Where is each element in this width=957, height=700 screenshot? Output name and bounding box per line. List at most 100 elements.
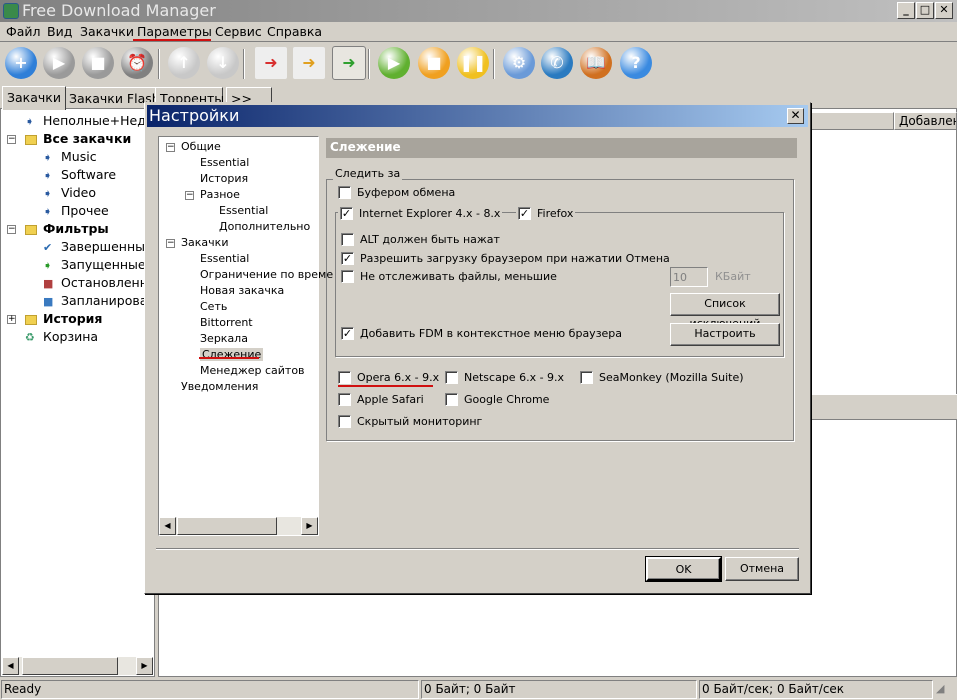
start-icon[interactable]: ▶: [43, 47, 75, 79]
tree-item[interactable]: ➧ Video: [43, 185, 96, 200]
scroll-right-button[interactable]: ▶: [136, 657, 153, 675]
scroll-thumb[interactable]: [22, 657, 118, 675]
horizontal-scrollbar[interactable]: ◀ ▶: [2, 657, 153, 675]
resize-grip-icon[interactable]: ◢: [936, 682, 944, 695]
checkbox-box[interactable]: [341, 233, 354, 246]
tree-item[interactable]: ✔ Завершенные: [43, 239, 153, 254]
tree-item[interactable]: Все закачки: [25, 131, 131, 146]
tree-item[interactable]: ➧ Неполные+Недав: [25, 113, 161, 128]
checkbox-box[interactable]: [338, 415, 351, 428]
checkbox-box[interactable]: [445, 393, 458, 406]
settings-tree-item[interactable]: Bittorrent: [200, 316, 253, 329]
stop-all-icon[interactable]: ■: [418, 47, 450, 79]
skip-small-files-checkbox[interactable]: Не отслеживать файлы, меньшие: [341, 270, 557, 283]
safari-checkbox[interactable]: Apple Safari: [338, 393, 424, 406]
configure-button[interactable]: Настроить: [670, 323, 780, 346]
allow-browser-cancel-checkbox[interactable]: ✓ Разрешить загрузку браузером при нажати…: [341, 252, 670, 265]
tree-item[interactable]: ➧ Software: [43, 167, 116, 182]
ie-checkbox[interactable]: ✓ Internet Explorer 4.x - 8.x: [338, 207, 503, 220]
tree-item[interactable]: Фильтры: [25, 221, 109, 236]
start-all-icon[interactable]: ▶: [378, 47, 410, 79]
expander-icon[interactable]: −: [166, 239, 175, 248]
checkbox-box[interactable]: ✓: [341, 252, 354, 265]
settings-tree-item[interactable]: Ограничение по време: [200, 268, 333, 281]
checkbox-box[interactable]: ✓: [340, 207, 353, 220]
expander-icon[interactable]: −: [7, 135, 16, 144]
maximize-button[interactable]: □: [916, 2, 934, 19]
checkbox-box[interactable]: [341, 270, 354, 283]
settings-tree-item[interactable]: Новая закачка: [200, 284, 284, 297]
menu-downloads[interactable]: Закачки: [80, 24, 134, 39]
settings-tree-item[interactable]: Общие: [181, 140, 221, 153]
close-button[interactable]: ✕: [935, 2, 953, 19]
settings-tree-item[interactable]: Сеть: [200, 300, 227, 313]
scroll-thumb[interactable]: [177, 517, 277, 535]
dialog-close-button[interactable]: ✕: [787, 108, 804, 124]
tree-item[interactable]: ➧ Music: [43, 149, 97, 164]
column-header[interactable]: [810, 112, 894, 130]
menu-view[interactable]: Вид: [47, 24, 72, 39]
pause-all-icon[interactable]: ❚❚: [457, 47, 489, 79]
bookmarks-icon[interactable]: 📖: [580, 47, 612, 79]
settings-tree-item[interactable]: Уведомления: [181, 380, 258, 393]
settings-tree-item[interactable]: Разное: [200, 188, 240, 201]
checkbox-box[interactable]: [445, 371, 458, 384]
scroll-left-button[interactable]: ◀: [2, 657, 19, 675]
checkbox-box[interactable]: [338, 393, 351, 406]
tree-item[interactable]: ■ Остановленны: [43, 275, 158, 290]
settings-icon[interactable]: ⚙: [503, 47, 535, 79]
checkbox-box[interactable]: [338, 371, 351, 384]
tree-item[interactable]: История: [25, 311, 102, 326]
traffic-low-icon[interactable]: ➜: [255, 47, 287, 79]
pane-splitter[interactable]: [810, 394, 957, 420]
help-icon[interactable]: ?: [620, 47, 652, 79]
traffic-high-icon[interactable]: ➜: [332, 46, 366, 80]
ok-button[interactable]: OK: [645, 556, 722, 582]
exceptions-list-button[interactable]: Список исключений: [670, 293, 780, 330]
seamonkey-checkbox[interactable]: SeaMonkey (Mozilla Suite): [580, 371, 744, 384]
opera-checkbox[interactable]: Opera 6.x - 9.x: [338, 371, 439, 384]
checkbox-box[interactable]: [338, 186, 351, 199]
settings-tree-item[interactable]: Essential: [200, 252, 249, 265]
menu-options[interactable]: Параметры: [137, 24, 212, 39]
expander-icon[interactable]: −: [7, 225, 16, 234]
move-up-icon[interactable]: ↑: [168, 47, 200, 79]
settings-tree-item[interactable]: Закачки: [181, 236, 228, 249]
dialup-icon[interactable]: ✆: [541, 47, 573, 79]
scroll-left-button[interactable]: ◀: [159, 517, 176, 535]
settings-tree-item[interactable]: Менеджер сайтов: [200, 364, 305, 377]
move-down-icon[interactable]: ↓: [207, 47, 239, 79]
checkbox-box[interactable]: [580, 371, 593, 384]
min-size-input[interactable]: [670, 267, 708, 287]
tab-downloads[interactable]: Закачки: [2, 86, 66, 110]
firefox-checkbox[interactable]: ✓ Firefox: [516, 207, 576, 220]
hidden-monitoring-checkbox[interactable]: Скрытый мониторинг: [338, 415, 482, 428]
clipboard-checkbox[interactable]: Буфером обмена: [338, 186, 455, 199]
settings-tree-item[interactable]: Зеркала: [200, 332, 248, 345]
column-header-added[interactable]: Добавлен: [894, 112, 957, 130]
menu-help[interactable]: Справка: [267, 24, 322, 39]
expander-icon[interactable]: −: [166, 143, 175, 152]
minimize-button[interactable]: _: [897, 2, 915, 19]
expander-icon[interactable]: −: [185, 191, 194, 200]
expander-icon[interactable]: +: [7, 315, 16, 324]
settings-tree-item[interactable]: Слежение: [200, 348, 264, 361]
settings-tree-item[interactable]: Дополнительно: [219, 220, 310, 233]
settings-tree-item[interactable]: Essential: [200, 156, 249, 169]
chrome-checkbox[interactable]: Google Chrome: [445, 393, 549, 406]
tree-item[interactable]: ♻ Корзина: [25, 329, 98, 344]
scroll-right-button[interactable]: ▶: [301, 517, 318, 535]
alt-required-checkbox[interactable]: ALT должен быть нажат: [341, 233, 500, 246]
checkbox-box[interactable]: ✓: [341, 327, 354, 340]
checkbox-box[interactable]: ✓: [518, 207, 531, 220]
stop-icon[interactable]: ■: [82, 47, 114, 79]
cancel-button[interactable]: Отмена: [725, 557, 799, 581]
scheduler-icon[interactable]: ⏰: [121, 47, 153, 79]
menu-file[interactable]: Файл: [6, 24, 41, 39]
tree-item[interactable]: ➧ Прочее: [43, 203, 109, 218]
traffic-medium-icon[interactable]: ➜: [293, 47, 325, 79]
settings-tree-item[interactable]: История: [200, 172, 248, 185]
tree-item[interactable]: ➧ Запущенные: [43, 257, 146, 272]
add-download-icon[interactable]: +: [5, 47, 37, 79]
tree-horizontal-scrollbar[interactable]: ◀ ▶: [159, 517, 318, 535]
